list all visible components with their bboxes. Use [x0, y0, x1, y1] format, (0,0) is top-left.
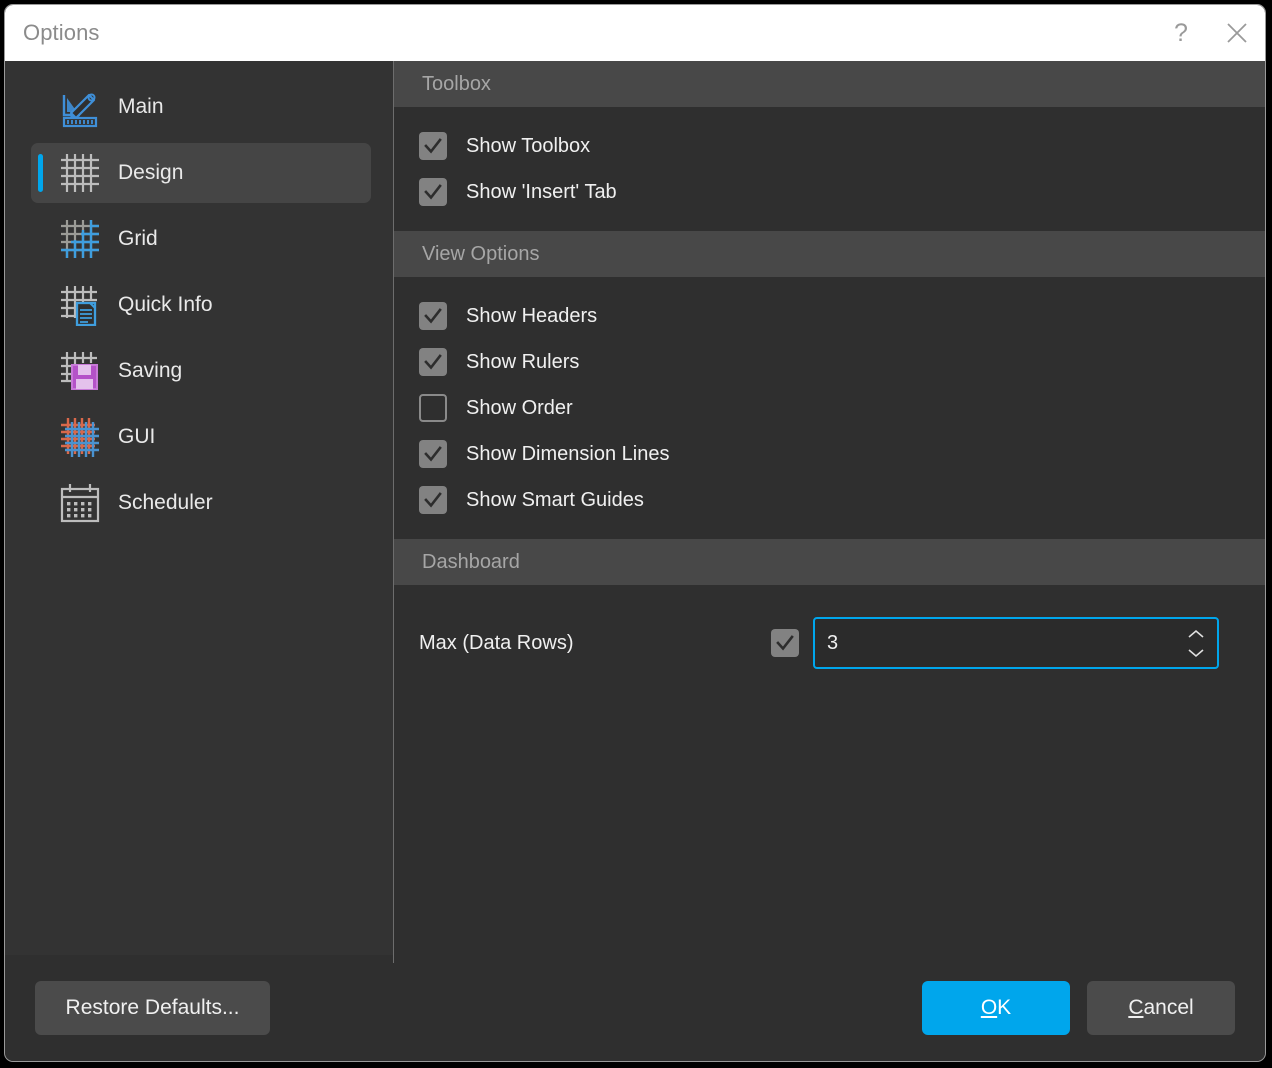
checkbox-show-insert-tab[interactable]	[419, 178, 447, 206]
checkbox-row-show-toolbox[interactable]: Show Toolbox	[393, 123, 1265, 169]
ok-mnemonic: O	[980, 996, 998, 1019]
max-data-rows-row: Max (Data Rows) 3	[393, 615, 1265, 671]
checkbox-row-show-headers[interactable]: Show Headers	[393, 293, 1265, 339]
ok-button[interactable]: OK	[922, 981, 1070, 1035]
section-body-toolbox: Show Toolbox Show 'Insert' Tab	[393, 107, 1265, 231]
sidebar-item-scheduler[interactable]: Scheduler	[31, 473, 371, 533]
checkbox-label: Show Headers	[466, 304, 598, 327]
sidebar: Main Design Grid Quick Info Saving GUI S…	[5, 61, 394, 963]
cancel-mnemonic: C	[1128, 996, 1144, 1019]
sidebar-item-label: GUI	[118, 425, 156, 448]
ok-rest: K	[997, 996, 1012, 1019]
sidebar-item-label: Grid	[118, 227, 158, 250]
section-title: Dashboard	[422, 550, 520, 573]
sidebar-item-design[interactable]: Design	[31, 143, 371, 203]
checkbox-row-show-order[interactable]: Show Order	[393, 385, 1265, 431]
title-bar-buttons: ?	[1153, 5, 1265, 61]
checkbox-row-show-insert-tab[interactable]: Show 'Insert' Tab	[393, 169, 1265, 215]
section-header-toolbox: Toolbox	[393, 61, 1265, 107]
checkbox-show-toolbox[interactable]	[419, 132, 447, 160]
checkbox-max-data-rows[interactable]	[771, 629, 799, 657]
window-title: Options	[23, 20, 100, 45]
checkbox-show-rulers[interactable]	[419, 348, 447, 376]
sidebar-item-gui[interactable]: GUI	[31, 407, 371, 467]
chevron-down-icon[interactable]	[1186, 647, 1206, 658]
sidebar-item-label: Quick Info	[118, 293, 213, 316]
max-data-rows-control: 3	[771, 617, 1219, 669]
pencil-ruler-icon	[57, 84, 103, 130]
section-title: Toolbox	[422, 72, 491, 95]
section-title: View Options	[422, 242, 540, 265]
section-header-dashboard: Dashboard	[393, 539, 1265, 585]
close-icon[interactable]	[1209, 5, 1265, 61]
cancel-button[interactable]: Cancel	[1087, 981, 1235, 1035]
checkbox-row-show-dimension-lines[interactable]: Show Dimension Lines	[393, 431, 1265, 477]
max-data-rows-stepper[interactable]: 3	[813, 617, 1219, 669]
stepper-arrows	[1183, 619, 1209, 667]
sidebar-item-label: Design	[118, 161, 184, 184]
sidebar-divider	[393, 61, 394, 963]
restore-defaults-button[interactable]: Restore Defaults...	[35, 981, 270, 1035]
content-pane: Toolbox Show Toolbox Show 'Insert' Tab V…	[393, 61, 1265, 955]
grid-floppy-icon	[57, 348, 103, 394]
sidebar-item-label: Main	[118, 95, 164, 118]
cancel-rest: ancel	[1143, 996, 1194, 1019]
footer-action-buttons: OK Cancel	[922, 981, 1235, 1035]
dialog-footer: Restore Defaults... OK Cancel	[5, 955, 1265, 1061]
checkbox-label: Show Dimension Lines	[466, 442, 670, 465]
sidebar-item-label: Scheduler	[118, 491, 213, 514]
checkbox-label: Show 'Insert' Tab	[466, 180, 617, 203]
checkbox-label: Show Order	[466, 396, 573, 419]
max-data-rows-label: Max (Data Rows)	[419, 631, 574, 654]
sidebar-item-quick-info[interactable]: Quick Info	[31, 275, 371, 335]
title-bar: Options ?	[5, 5, 1265, 61]
grid-mesh-icon	[57, 414, 103, 460]
sidebar-item-grid[interactable]: Grid	[31, 209, 371, 269]
checkbox-show-headers[interactable]	[419, 302, 447, 330]
max-data-rows-value[interactable]: 3	[827, 632, 838, 655]
help-icon[interactable]: ?	[1153, 5, 1209, 61]
checkbox-label: Show Toolbox	[466, 134, 591, 157]
chevron-up-icon[interactable]	[1186, 629, 1206, 640]
grid-blue-icon	[57, 216, 103, 262]
selection-indicator	[38, 154, 43, 192]
section-header-view-options: View Options	[393, 231, 1265, 277]
sidebar-item-label: Saving	[118, 359, 183, 382]
checkbox-show-order[interactable]	[419, 394, 447, 422]
checkbox-show-smart-guides[interactable]	[419, 486, 447, 514]
checkbox-show-dimension-lines[interactable]	[419, 440, 447, 468]
calendar-icon	[57, 480, 103, 526]
checkbox-row-show-rulers[interactable]: Show Rulers	[393, 339, 1265, 385]
grid-icon	[57, 150, 103, 196]
checkbox-label: Show Smart Guides	[466, 488, 644, 511]
sidebar-item-saving[interactable]: Saving	[31, 341, 371, 401]
section-body-view-options: Show Headers Show Rulers Show Order Show…	[393, 277, 1265, 539]
dialog-body: Main Design Grid Quick Info Saving GUI S…	[5, 61, 1265, 963]
checkbox-label: Show Rulers	[466, 350, 580, 373]
checkbox-row-show-smart-guides[interactable]: Show Smart Guides	[393, 477, 1265, 523]
options-dialog: Options ? Main Design Grid Quick Info Sa…	[4, 4, 1266, 1062]
grid-document-icon	[57, 282, 103, 328]
section-body-dashboard: Max (Data Rows) 3	[393, 585, 1265, 687]
sidebar-item-main[interactable]: Main	[31, 77, 371, 137]
